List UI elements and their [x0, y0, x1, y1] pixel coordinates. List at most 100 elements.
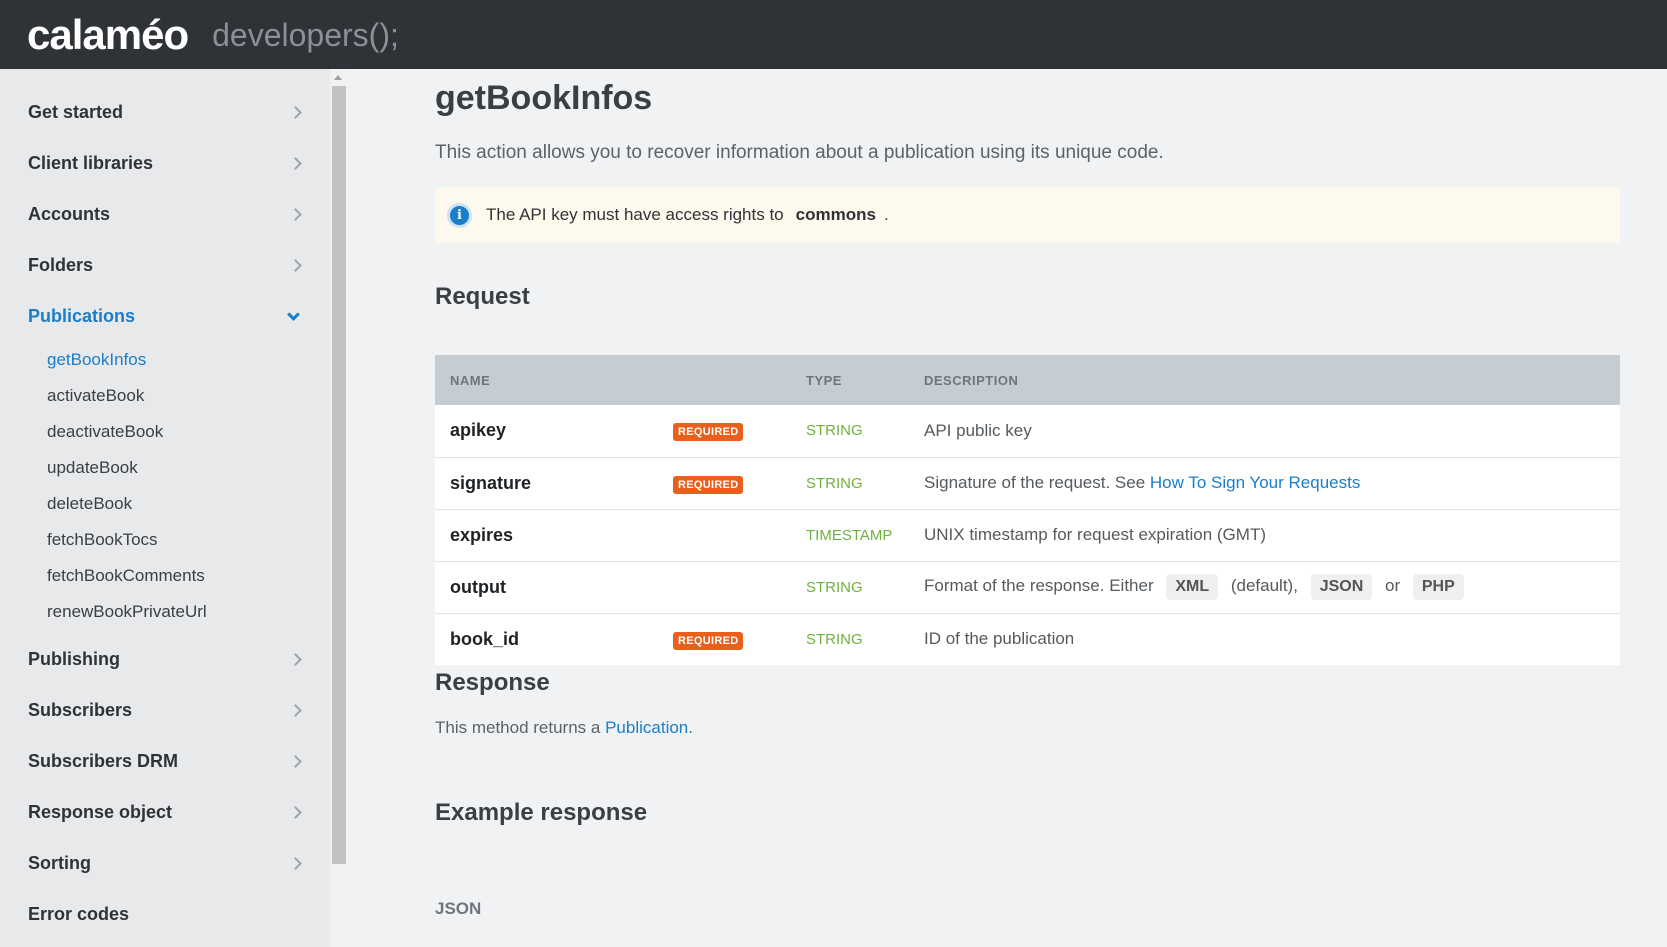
sidebar-item-label: Publications [28, 306, 136, 326]
sidebar-item-label: Accounts [28, 204, 111, 224]
access-notice: i The API key must have access rights to… [435, 187, 1620, 243]
sidebar-scrollbar[interactable] [330, 69, 349, 947]
sidebar-item-sorting[interactable]: Sorting [0, 838, 330, 889]
table-row: apikey REQUIRED STRING API public key [435, 405, 1620, 457]
sidebar-item-subscribers-drm[interactable]: Subscribers DRM [0, 736, 330, 787]
chevron-right-icon [289, 208, 302, 221]
table-header-row: NAME TYPE DESCRIPTION [435, 355, 1620, 405]
required-badge: REQUIRED [673, 631, 744, 650]
subnav-item-getbookinfos[interactable]: getBookInfos [0, 342, 330, 378]
sidebar-item-get-started[interactable]: Get started [0, 87, 330, 138]
chevron-right-icon [289, 704, 302, 717]
param-description: Signature of the request. See How To Sig… [909, 457, 1620, 509]
param-type: TIMESTAMP [806, 526, 893, 544]
sidebar-item-label: Error codes [28, 904, 130, 924]
chevron-right-icon [289, 157, 302, 170]
chevron-right-icon [289, 806, 302, 819]
table-row: expires TIMESTAMP UNIX timestamp for req… [435, 509, 1620, 561]
col-header-description: DESCRIPTION [924, 372, 1019, 388]
param-name: apikey [450, 420, 507, 441]
format-json-code: JSON [1310, 574, 1373, 600]
response-text-suffix: . [688, 718, 693, 737]
sidebar-item-label: Publishing [28, 649, 120, 669]
chevron-right-icon [289, 755, 302, 768]
page-title: getBookInfos [435, 79, 653, 117]
sidebar-item-label: Subscribers DRM [28, 751, 179, 771]
param-name: book_id [450, 628, 520, 649]
sidebar-item-response-object[interactable]: Response object [0, 787, 330, 838]
required-badge: REQUIRED [673, 423, 744, 442]
main-content: getBookInfos This action allows you to r… [435, 69, 1620, 947]
publications-subnav: getBookInfos activateBook deactivateBook… [0, 342, 330, 634]
param-required-cell: REQUIRED [673, 613, 791, 665]
param-name: signature [450, 472, 532, 493]
param-description: ID of the publication [924, 629, 1075, 649]
param-description-text: Signature of the request. See [924, 473, 1146, 492]
subnav-item-deletebook[interactable]: deleteBook [0, 486, 330, 522]
param-name: expires [450, 524, 514, 545]
sidebar-item-client-libraries[interactable]: Client libraries [0, 138, 330, 189]
col-header-required [673, 355, 791, 405]
chevron-right-icon [289, 653, 302, 666]
sidebar-item-publishing[interactable]: Publishing [0, 634, 330, 685]
chevron-right-icon [289, 259, 302, 272]
notice-text: The API key must have access rights to [486, 205, 784, 224]
param-description-text: Format of the response. Either [924, 576, 1154, 595]
sidebar-item-label: Sorting [28, 853, 91, 873]
response-heading: Response [435, 669, 550, 696]
format-default-text: (default), [1230, 576, 1298, 595]
request-heading: Request [435, 283, 530, 310]
subnav-item-fetchbooktocs[interactable]: fetchBookTocs [0, 522, 330, 558]
param-type: STRING [806, 578, 863, 596]
publication-link[interactable]: Publication [605, 718, 688, 737]
param-required-cell: REQUIRED [673, 405, 791, 457]
chevron-down-icon [287, 307, 300, 321]
subnav-item-renewbookprivateurl[interactable]: renewBookPrivateUrl [0, 594, 330, 630]
example-response-heading: Example response [435, 799, 648, 826]
subnav-item-activatebook[interactable]: activateBook [0, 378, 330, 414]
notice-suffix: . [883, 205, 889, 224]
response-text: This method returns a Publication. [435, 718, 693, 738]
sidebar-item-publications[interactable]: Publications [0, 291, 330, 342]
param-description: Format of the response. Either XML (defa… [909, 561, 1620, 613]
sidebar-item-folders[interactable]: Folders [0, 240, 330, 291]
notice-code: commons [795, 205, 876, 224]
param-type: STRING [806, 422, 863, 440]
table-row: signature REQUIRED STRING Signature of t… [435, 457, 1620, 509]
param-type: STRING [806, 474, 863, 492]
table-row: output STRING Format of the response. Ei… [435, 561, 1620, 613]
sidebar-item-accounts[interactable]: Accounts [0, 189, 330, 240]
calameo-logo[interactable]: calaméo [27, 13, 189, 56]
sidebar-subnav-container: getBookInfos activateBook deactivateBook… [0, 342, 330, 634]
format-php-code: PHP [1412, 574, 1464, 600]
sidebar-item-label: Subscribers [28, 700, 133, 720]
top-bar: calaméo developers(); [0, 0, 1667, 69]
sidebar-item-error-codes[interactable]: Error codes [0, 889, 330, 940]
scrollbar-thumb[interactable] [332, 86, 346, 864]
format-or-text: or [1385, 576, 1401, 595]
col-header-name: NAME [450, 372, 491, 388]
intro-text: This action allows you to recover inform… [435, 142, 1164, 163]
required-badge: REQUIRED [673, 475, 744, 494]
param-description: UNIX timestamp for request expiration (G… [924, 525, 1266, 544]
developers-subtitle: developers(); [212, 16, 399, 53]
param-type: STRING [806, 630, 863, 648]
param-required-cell: REQUIRED [673, 457, 791, 509]
subnav-item-deactivatebook[interactable]: deactivateBook [0, 414, 330, 450]
table-row: book_id REQUIRED STRING ID of the public… [435, 613, 1620, 665]
response-text-prefix: This method returns a [435, 718, 601, 737]
sidebar: Get started Client libraries Accounts Fo… [0, 69, 330, 947]
sidebar-item-label: Folders [28, 255, 94, 275]
param-description: API public key [924, 420, 1032, 440]
scroll-up-arrow-icon[interactable] [334, 75, 342, 80]
col-header-type: TYPE [806, 372, 842, 388]
sign-requests-link[interactable]: How To Sign Your Requests [1150, 473, 1360, 492]
param-required-cell [673, 561, 791, 613]
subnav-item-updatebook[interactable]: updateBook [0, 450, 330, 486]
format-xml-code: XML [1166, 574, 1219, 600]
sidebar-item-subscribers[interactable]: Subscribers [0, 685, 330, 736]
subnav-item-fetchbookcomments[interactable]: fetchBookComments [0, 558, 330, 594]
chevron-right-icon [289, 106, 302, 119]
sidebar-item-label: Response object [28, 802, 173, 822]
sidebar-item-label: Get started [28, 102, 124, 122]
